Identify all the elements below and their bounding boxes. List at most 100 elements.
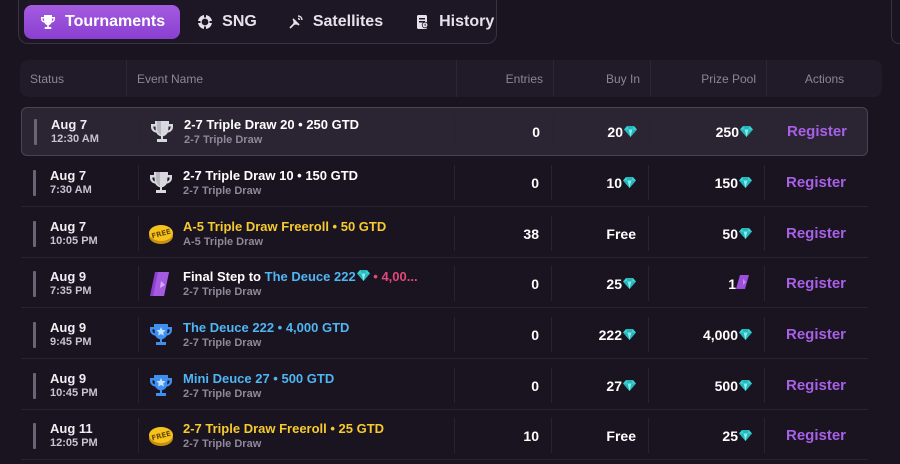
event-date: Aug 7 bbox=[50, 219, 87, 234]
tab-label: Satellites bbox=[312, 12, 384, 30]
event-cell: 2-7 Triple Draw 10 • 150 GTD 2-7 Triple … bbox=[147, 159, 469, 206]
event-date: Aug 7 bbox=[51, 117, 88, 132]
buyin-cell: Free bbox=[561, 412, 636, 459]
status-indicator bbox=[33, 372, 36, 399]
tab-sng[interactable]: SNG bbox=[182, 5, 271, 39]
buyin-cell: 27 bbox=[561, 362, 636, 409]
status-indicator bbox=[33, 169, 36, 196]
ticket-icon bbox=[736, 275, 749, 289]
actions-cell: Register bbox=[766, 260, 866, 307]
actions-cell: Register bbox=[766, 412, 866, 459]
header-status[interactable]: Status bbox=[20, 60, 126, 97]
table-row[interactable]: Aug 7 7:30 AM 2-7 Triple Draw 10 • 150 G… bbox=[21, 159, 868, 207]
status-indicator bbox=[33, 321, 36, 348]
status-cell: Aug 7 12:30 AM bbox=[34, 108, 142, 155]
event-name-main: A-5 Triple Draw Freeroll • 50 GTD bbox=[183, 218, 387, 234]
chip-icon bbox=[196, 13, 214, 31]
buyin-value: 10 bbox=[606, 174, 622, 191]
free-coin-icon: FREE bbox=[147, 220, 175, 248]
header-event[interactable]: Event Name bbox=[126, 60, 456, 97]
status-cell: Aug 9 9:45 PM bbox=[33, 311, 141, 358]
satellite-icon bbox=[287, 13, 305, 31]
ticket-icon bbox=[147, 270, 175, 298]
prize-cell: 50 bbox=[651, 210, 752, 257]
gem-icon bbox=[623, 379, 636, 391]
gem-icon bbox=[739, 227, 752, 239]
tab-history[interactable]: History bbox=[399, 5, 508, 39]
header-label: Buy In bbox=[605, 71, 640, 86]
register-button[interactable]: Register bbox=[786, 174, 846, 191]
actions-cell: Register bbox=[766, 311, 866, 358]
event-date: Aug 9 bbox=[50, 269, 87, 284]
register-button[interactable]: Register bbox=[786, 275, 846, 292]
prize-value: 250 bbox=[715, 123, 739, 140]
silver-trophy-icon bbox=[147, 169, 175, 197]
prize-value: 4,000 bbox=[702, 326, 738, 343]
table-row[interactable]: Aug 9 7:35 PM Final Step to The Deuce 22… bbox=[21, 260, 868, 308]
entries-value: 10 bbox=[523, 427, 539, 444]
gem-icon bbox=[739, 379, 752, 391]
entries-value: 0 bbox=[531, 275, 539, 292]
event-name-main: The Deuce 222 • 4,000 GTD bbox=[183, 319, 350, 335]
event-game-type: 2-7 Triple Draw bbox=[183, 336, 262, 349]
table-row[interactable]: Aug 7 10:05 PM FREE A-5 Triple Draw Free… bbox=[21, 210, 868, 258]
tab-label: Tournaments bbox=[65, 12, 166, 30]
status-cell: Aug 9 10:45 PM bbox=[33, 362, 141, 409]
table-row[interactable]: Aug 9 10:45 PM Mini Deuce 27 • 500 GTD 2… bbox=[21, 362, 868, 410]
event-game-type: A-5 Triple Draw bbox=[183, 235, 264, 248]
buyin-value: Free bbox=[606, 225, 636, 242]
buyin-cell: 20 bbox=[562, 108, 637, 155]
event-cell: FREE A-5 Triple Draw Freeroll • 50 GTD A… bbox=[147, 210, 469, 257]
event-name[interactable]: Final Step to The Deuce 222 • 4,00... bbox=[183, 269, 418, 285]
event-date: Aug 11 bbox=[50, 421, 93, 436]
header-buyin[interactable]: Buy In bbox=[553, 60, 650, 97]
actions-cell: Register bbox=[766, 362, 866, 409]
prize-cell: 150 bbox=[651, 159, 752, 206]
history-icon bbox=[413, 13, 431, 31]
status-cell: Aug 7 7:30 AM bbox=[33, 159, 141, 206]
header-entries[interactable]: Entries bbox=[456, 60, 553, 97]
event-date: Aug 9 bbox=[50, 320, 87, 335]
buyin-cell: 222 bbox=[561, 311, 636, 358]
status-indicator bbox=[33, 270, 36, 297]
event-name-suffix: • 4,00... bbox=[369, 268, 418, 284]
side-panel-edge[interactable] bbox=[891, 0, 900, 44]
register-button[interactable]: Register bbox=[786, 225, 846, 242]
tab-tournaments[interactable]: Tournaments bbox=[24, 4, 181, 39]
trophy-icon bbox=[39, 13, 57, 31]
gem-icon bbox=[739, 429, 752, 441]
event-game-type: 2-7 Triple Draw bbox=[183, 387, 262, 400]
event-name[interactable]: 2-7 Triple Draw Freeroll • 25 GTD bbox=[183, 421, 384, 437]
event-game-type: 2-7 Triple Draw bbox=[183, 285, 262, 298]
prize-cell: 1 bbox=[651, 260, 752, 307]
event-name-main: The Deuce 222 bbox=[264, 268, 356, 284]
actions-cell: Register bbox=[766, 159, 866, 206]
event-game-type: 2-7 Triple Draw bbox=[183, 184, 262, 197]
event-name[interactable]: A-5 Triple Draw Freeroll • 50 GTD bbox=[183, 219, 386, 235]
gem-icon bbox=[739, 176, 752, 188]
buyin-value: 222 bbox=[598, 326, 622, 343]
status-indicator bbox=[34, 118, 37, 145]
table-row[interactable]: Aug 9 9:45 PM The Deuce 222 • 4,000 GTD … bbox=[21, 311, 868, 359]
register-button[interactable]: Register bbox=[786, 326, 846, 343]
register-button[interactable]: Register bbox=[786, 427, 846, 444]
buyin-value: 25 bbox=[606, 275, 622, 292]
table-row[interactable]: Aug 7 12:30 AM 2-7 Triple Draw 20 • 250 … bbox=[21, 107, 868, 156]
event-name[interactable]: Mini Deuce 27 • 500 GTD bbox=[183, 371, 334, 387]
prize-value: 150 bbox=[714, 174, 738, 191]
event-name[interactable]: The Deuce 222 • 4,000 GTD bbox=[183, 320, 349, 336]
header-prize[interactable]: Prize Pool bbox=[650, 60, 766, 97]
tab-satellites[interactable]: Satellites bbox=[273, 5, 397, 39]
register-button[interactable]: Register bbox=[786, 377, 846, 394]
gem-icon bbox=[356, 269, 370, 281]
table-row[interactable]: Aug 11 12:05 PM FREE 2-7 Triple Draw Fre… bbox=[21, 412, 868, 460]
event-name[interactable]: 2-7 Triple Draw 20 • 250 GTD bbox=[184, 117, 359, 133]
register-button[interactable]: Register bbox=[787, 123, 847, 140]
event-cell: The Deuce 222 • 4,000 GTD 2-7 Triple Dra… bbox=[147, 311, 469, 358]
gem-icon bbox=[624, 125, 637, 137]
prize-cell: 250 bbox=[652, 108, 753, 155]
event-name[interactable]: 2-7 Triple Draw 10 • 150 GTD bbox=[183, 168, 358, 184]
blue-trophy-icon bbox=[147, 372, 175, 400]
event-name-main: 2-7 Triple Draw 10 • 150 GTD bbox=[183, 167, 359, 183]
header-label: Status bbox=[30, 71, 65, 86]
